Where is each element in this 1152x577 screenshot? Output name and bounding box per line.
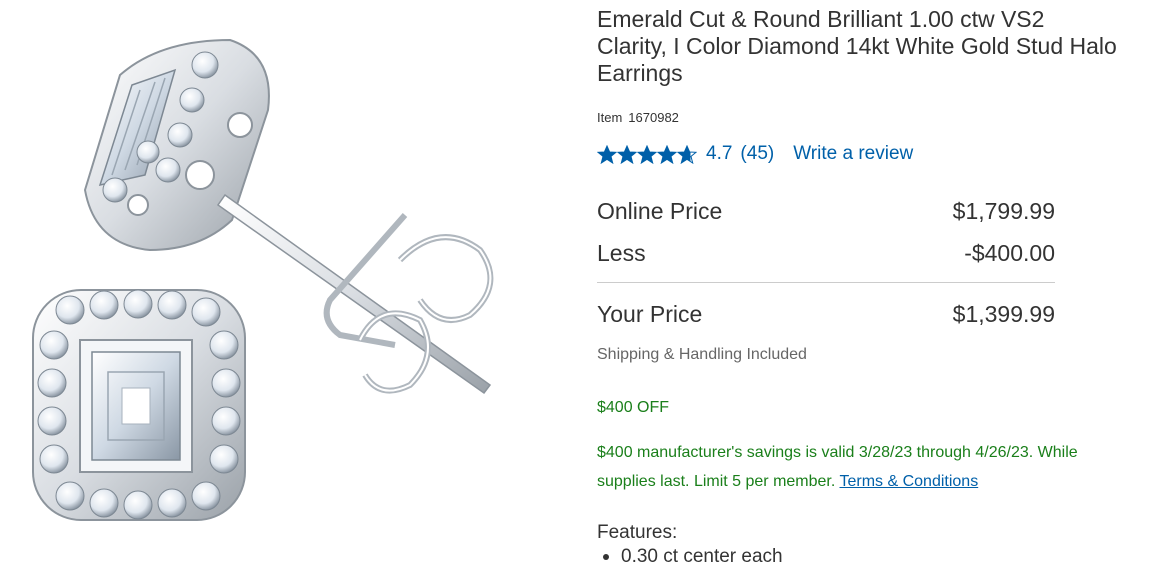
item-number: 1670982 — [628, 110, 679, 125]
your-price-row: Your Price $1,399.99 — [597, 301, 1055, 328]
promo-off-badge: $400 OFF — [597, 399, 670, 416]
terms-conditions-link[interactable]: Terms & Conditions — [839, 473, 978, 490]
item-number-row: Item 1670982 — [597, 110, 679, 125]
features-list: 0.30 ct center each — [597, 546, 783, 568]
shipping-note: Shipping & Handling Included — [597, 346, 807, 363]
online-price-label: Online Price — [597, 198, 723, 224]
price-divider — [597, 282, 1055, 283]
earring-illustration — [32, 38, 494, 521]
write-review-link[interactable]: Write a review — [793, 143, 913, 165]
online-price-value: $1,799.99 — [952, 198, 1055, 224]
earring-post — [216, 193, 492, 395]
online-price-row: Online Price $1,799.99 — [597, 198, 1055, 225]
star-icon — [637, 144, 657, 164]
promo-details: $400 manufacturer's savings is valid 3/2… — [597, 438, 1137, 496]
your-price-value: $1,399.99 — [952, 301, 1055, 327]
star-icon — [657, 144, 677, 164]
feature-item: 0.30 ct center each — [597, 546, 783, 568]
bullet-icon — [603, 554, 609, 560]
your-price-label: Your Price — [597, 301, 703, 327]
review-count[interactable]: (45) — [740, 143, 774, 165]
item-label: Item — [597, 110, 623, 125]
star-rating[interactable] — [597, 144, 697, 164]
discount-row: Less -$400.00 — [597, 240, 1055, 267]
discount-label: Less — [597, 240, 646, 266]
product-image[interactable] — [0, 0, 560, 577]
features-heading: Features: — [597, 522, 678, 543]
star-icon — [677, 144, 697, 164]
star-icon — [617, 144, 637, 164]
rating-row: 4.7 (45) Write a review — [597, 142, 913, 166]
feature-text: 0.30 ct center each — [621, 546, 783, 567]
promo-savings-text: $400 manufacturer's savings is valid 3/2… — [597, 444, 1078, 490]
star-icon — [597, 144, 617, 164]
product-title: Emerald Cut & Round Brilliant 1.00 ctw V… — [597, 6, 1117, 86]
front-view-earring — [32, 289, 246, 521]
discount-value: -$400.00 — [964, 240, 1055, 266]
rating-value[interactable]: 4.7 — [706, 143, 732, 165]
